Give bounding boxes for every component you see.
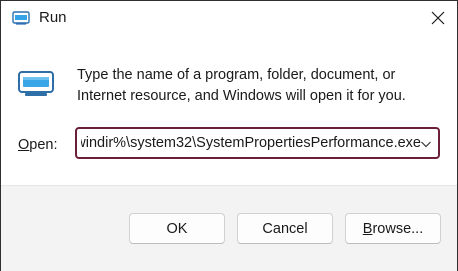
browse-label: rowse... bbox=[372, 220, 424, 237]
close-icon bbox=[431, 11, 445, 24]
run-dialog: Run Type the name of a program, folder, … bbox=[0, 0, 458, 271]
dropdown-button[interactable] bbox=[420, 137, 434, 149]
browse-accesskey: B bbox=[362, 220, 373, 237]
browse-button[interactable]: Browse... bbox=[345, 213, 441, 244]
window-title: Run bbox=[39, 9, 67, 26]
open-label-text: pen: bbox=[29, 137, 58, 153]
open-input[interactable]: %windir%\system32\SystemPropertiesPerfor… bbox=[81, 135, 421, 151]
button-bar: OK Cancel Browse... bbox=[1, 185, 457, 271]
run-icon bbox=[12, 10, 30, 26]
open-label: Open: bbox=[18, 137, 58, 153]
chevron-down-icon bbox=[421, 141, 431, 148]
open-label-accesskey: O bbox=[18, 137, 30, 153]
open-combobox[interactable]: %windir%\system32\SystemPropertiesPerfor… bbox=[75, 127, 440, 159]
ok-button[interactable]: OK bbox=[129, 213, 225, 244]
dialog-description: Type the name of a program, folder, docu… bbox=[77, 67, 406, 104]
run-icon bbox=[17, 69, 55, 99]
cancel-button[interactable]: Cancel bbox=[237, 213, 333, 244]
open-input-value: %windir%\system32\SystemPropertiesPerfor… bbox=[81, 135, 421, 151]
title-bar[interactable]: Run bbox=[1, 1, 457, 35]
close-button[interactable] bbox=[419, 1, 457, 34]
dialog-body: Type the name of a program, folder, docu… bbox=[1, 35, 457, 185]
